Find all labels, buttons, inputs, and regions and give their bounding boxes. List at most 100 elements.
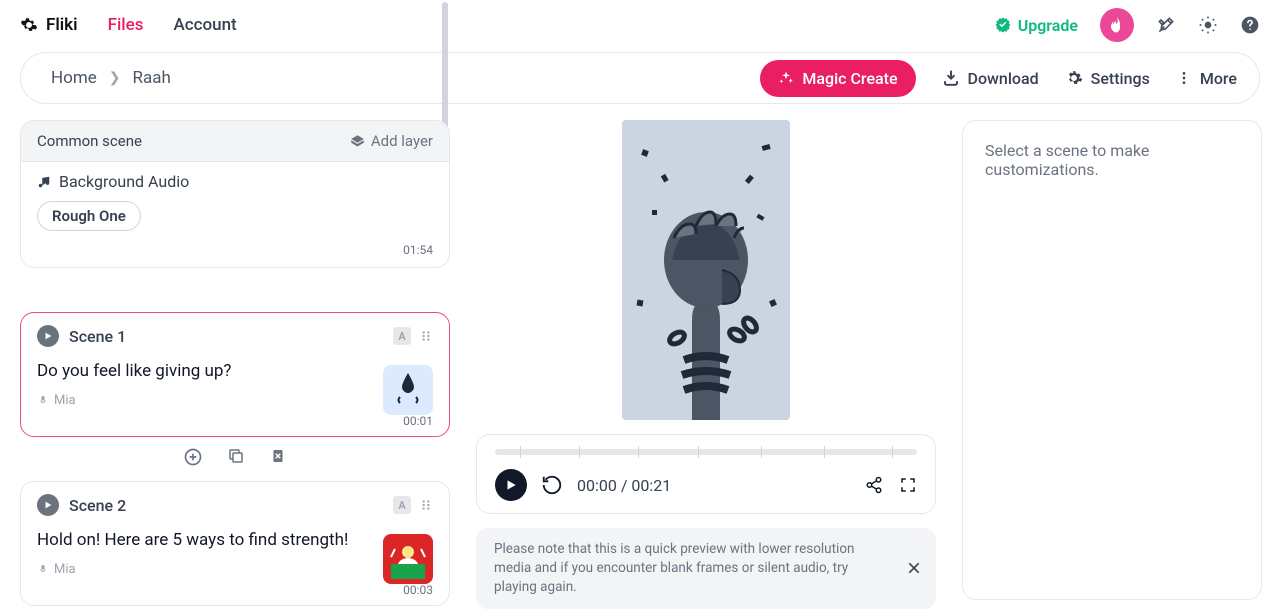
more-label: More — [1200, 69, 1237, 88]
close-icon — [906, 560, 922, 576]
sun-icon — [1198, 15, 1218, 35]
background-audio-row[interactable]: Background Audio — [37, 172, 433, 191]
help-button[interactable] — [1240, 15, 1260, 35]
play-icon — [43, 500, 53, 510]
replay-button[interactable] — [541, 474, 563, 496]
common-scene-body: Background Audio Rough One — [21, 162, 449, 241]
voice-name: Mia — [54, 393, 76, 408]
play-button[interactable] — [495, 469, 527, 501]
add-scene-button[interactable] — [183, 447, 203, 467]
play-icon — [43, 331, 53, 341]
scene-text[interactable]: Hold on! Here are 5 ways to find strengt… — [37, 530, 433, 550]
voice-row[interactable]: Mia — [37, 562, 433, 577]
download-icon — [942, 69, 960, 87]
settings-label: Settings — [1091, 69, 1150, 88]
text-style-button[interactable]: A — [393, 496, 411, 514]
fullscreen-icon — [899, 476, 917, 494]
scene-duration: 00:03 — [37, 583, 433, 597]
fullscreen-button[interactable] — [899, 476, 917, 494]
delete-scene-button[interactable] — [269, 447, 287, 467]
more-button[interactable]: More — [1176, 69, 1237, 88]
scene-actions — [20, 447, 450, 467]
video-preview[interactable] — [622, 120, 790, 420]
tools-icon — [1156, 15, 1176, 35]
chevron-right-icon: ❯ — [109, 70, 121, 86]
gear-icon — [20, 16, 38, 34]
preview-notice: Please note that this is a quick preview… — [476, 528, 936, 609]
duplicate-scene-button[interactable] — [227, 447, 245, 467]
flame-button[interactable] — [1100, 8, 1134, 42]
mic-icon — [37, 564, 49, 576]
nav-account[interactable]: Account — [173, 15, 236, 35]
add-layer-label: Add layer — [371, 132, 433, 150]
drag-handle-icon[interactable] — [419, 498, 433, 512]
badge-check-icon — [994, 16, 1012, 34]
play-scene-button[interactable] — [37, 325, 59, 347]
topbar-right: Upgrade — [994, 8, 1260, 42]
magic-create-label: Magic Create — [802, 69, 897, 88]
scene-label: Scene 1 — [69, 327, 126, 346]
plus-circle-icon — [183, 447, 203, 467]
download-label: Download — [968, 69, 1039, 88]
flame-icon — [1108, 16, 1126, 34]
audio-track-chip[interactable]: Rough One — [37, 201, 141, 231]
scene-text[interactable]: Do you feel like giving up? — [37, 361, 433, 381]
tools-button[interactable] — [1156, 15, 1176, 35]
breadcrumb-current: Raah — [132, 68, 170, 88]
breadcrumb-home[interactable]: Home — [51, 68, 97, 88]
topbar: Fliki Files Account Upgrade — [0, 0, 1280, 50]
subheader: Home ❯ Raah Magic Create Download Settin… — [20, 52, 1260, 104]
topbar-left: Fliki Files Account — [20, 15, 237, 35]
scene-card-1[interactable]: Scene 1 A Do you feel like giving up? Mi… — [20, 312, 450, 437]
settings-button[interactable]: Settings — [1065, 69, 1150, 88]
layers-icon — [350, 134, 365, 149]
scene-thumbnail[interactable] — [383, 365, 433, 415]
subheader-actions: Magic Create Download Settings More — [760, 60, 1237, 97]
common-scene-title: Common scene — [37, 132, 142, 150]
sparkle-icon — [778, 70, 794, 86]
more-vertical-icon — [1176, 70, 1192, 86]
common-scene-card: Common scene Add layer Background Audio … — [20, 120, 450, 268]
brand[interactable]: Fliki — [20, 15, 78, 35]
background-audio-label: Background Audio — [59, 172, 189, 191]
share-icon — [865, 476, 883, 494]
scenes-column: Common scene Add layer Background Audio … — [20, 120, 450, 610]
notice-text: Please note that this is a quick preview… — [494, 541, 854, 595]
share-button[interactable] — [865, 476, 883, 494]
music-note-icon — [37, 175, 51, 189]
common-scene-duration: 01:54 — [21, 241, 449, 267]
help-icon — [1240, 15, 1260, 35]
theme-button[interactable] — [1198, 15, 1218, 35]
play-icon — [504, 478, 518, 492]
add-layer-button[interactable]: Add layer — [350, 132, 433, 150]
brand-label: Fliki — [46, 15, 78, 35]
preview-column: 00:00 / 00:21 Please note that this is a… — [466, 120, 946, 610]
common-scene-header: Common scene Add layer — [21, 121, 449, 162]
play-scene-button[interactable] — [37, 494, 59, 516]
gear-icon — [1065, 69, 1083, 87]
customization-placeholder: Select a scene to make customizations. — [985, 141, 1149, 179]
magic-create-button[interactable]: Magic Create — [760, 60, 915, 97]
player: 00:00 / 00:21 — [476, 434, 936, 514]
trash-icon — [269, 447, 287, 465]
text-style-button[interactable]: A — [393, 327, 411, 345]
main: Common scene Add layer Background Audio … — [0, 104, 1280, 610]
voice-row[interactable]: Mia — [37, 393, 433, 408]
upgrade-button[interactable]: Upgrade — [994, 16, 1078, 35]
scene-card-2[interactable]: Scene 2 A Hold on! Here are 5 ways to fi… — [20, 481, 450, 606]
customization-panel: Select a scene to make customizations. — [962, 120, 1262, 600]
download-button[interactable]: Download — [942, 69, 1039, 88]
timeline-track[interactable] — [495, 449, 917, 455]
nav-files[interactable]: Files — [108, 15, 144, 35]
mic-icon — [37, 395, 49, 407]
drag-handle-icon[interactable] — [419, 329, 433, 343]
scene-label: Scene 2 — [69, 496, 126, 515]
player-time: 00:00 / 00:21 — [577, 476, 671, 495]
scene-thumbnail[interactable] — [383, 534, 433, 584]
upgrade-label: Upgrade — [1018, 16, 1078, 35]
voice-name: Mia — [54, 562, 76, 577]
copy-icon — [227, 447, 245, 465]
breadcrumb: Home ❯ Raah — [51, 68, 171, 88]
replay-icon — [541, 474, 563, 496]
notice-close-button[interactable] — [906, 560, 922, 576]
